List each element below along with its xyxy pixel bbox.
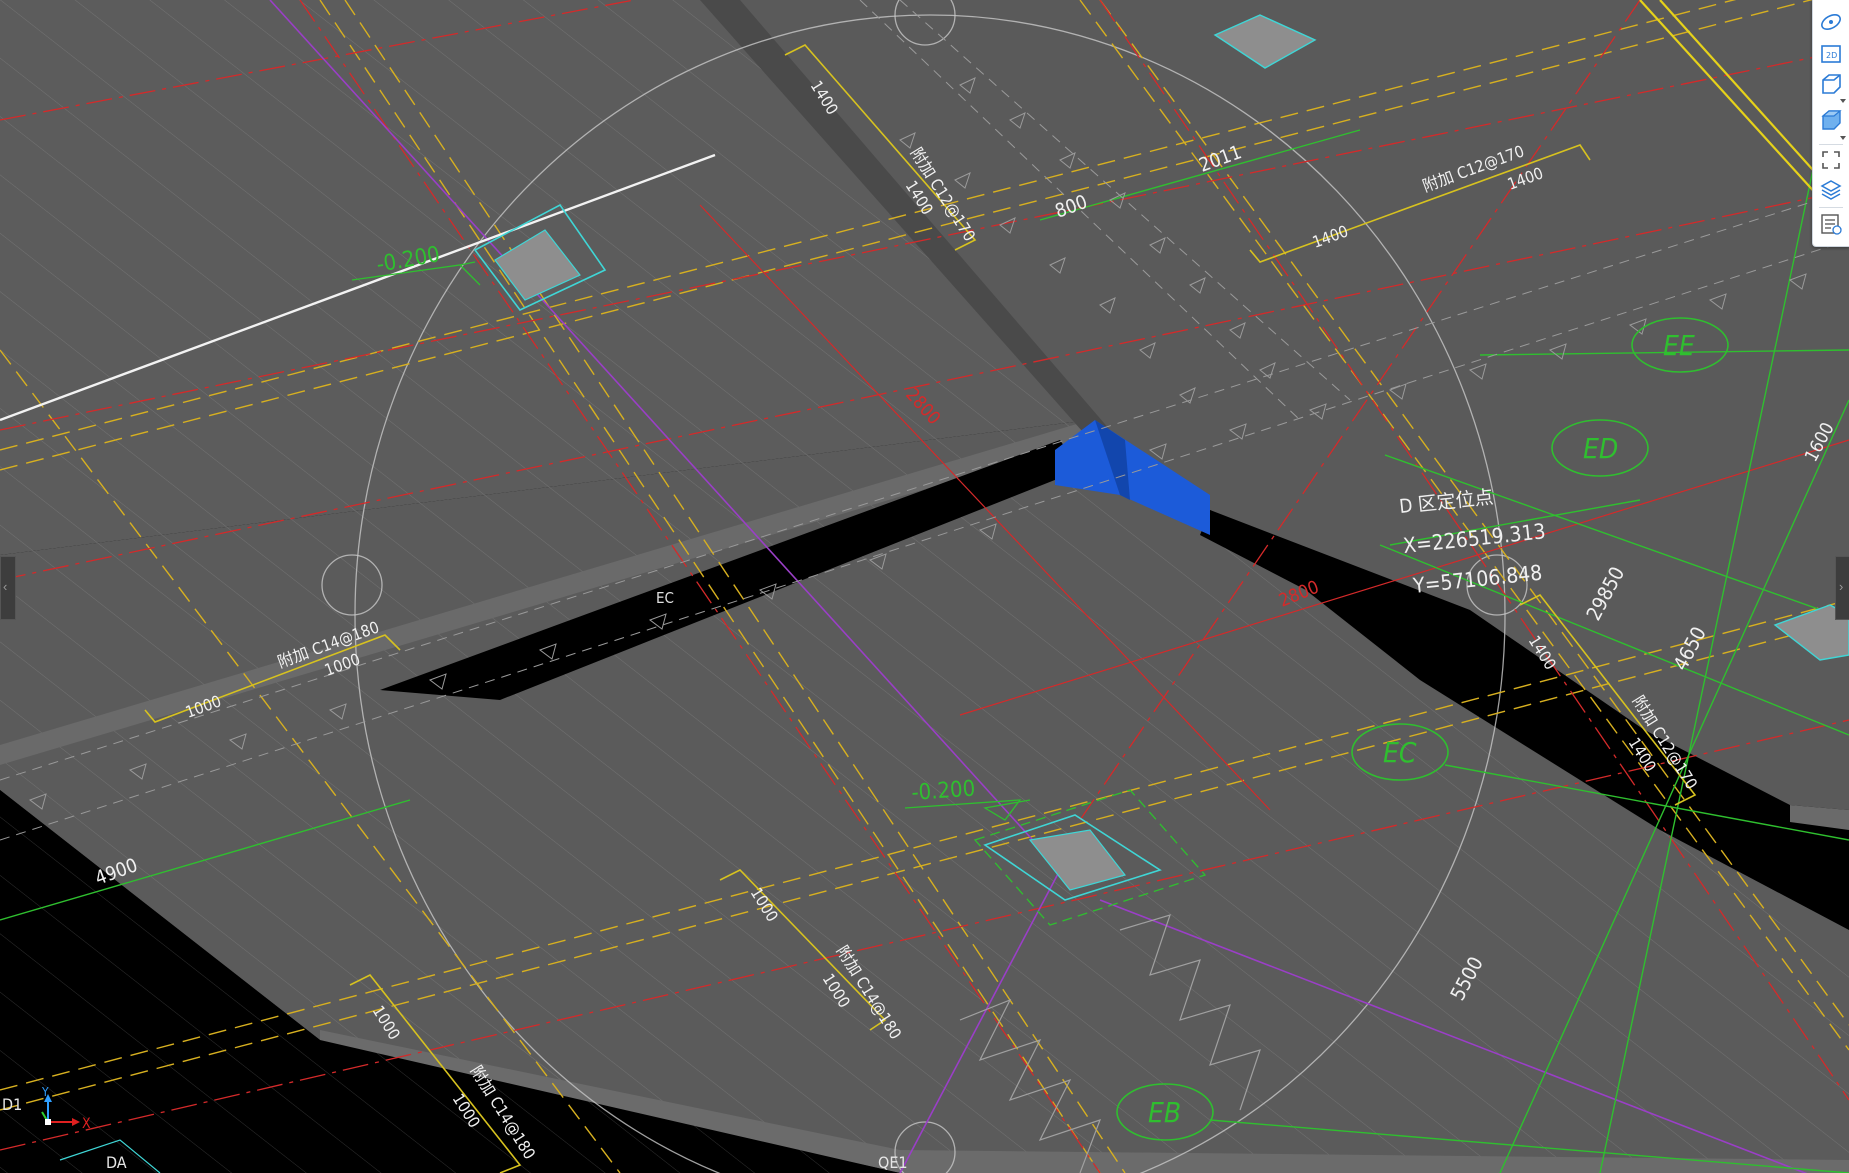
left-panel-toggle[interactable]: ‹ <box>0 556 16 620</box>
cad-3d-viewport[interactable]: 2800 2800 EE ED EC EB EC -0.200 -0.200 附… <box>0 0 1849 1173</box>
svg-text:2D: 2D <box>1826 51 1837 60</box>
view-toolbar: 2D <box>1812 0 1849 247</box>
fullscreen-button[interactable] <box>1817 146 1845 174</box>
caret-down-icon[interactable] <box>1839 98 1847 104</box>
axis-label-QE1: QE1 <box>878 1153 908 1172</box>
view-shaded-button[interactable] <box>1817 106 1845 134</box>
layers-button[interactable] <box>1817 176 1845 204</box>
view-shaded-box-icon <box>1821 110 1842 130</box>
axis-label-DA: DA <box>106 1153 127 1172</box>
view-3d-box-button[interactable] <box>1817 70 1845 98</box>
axis-label-EC-small: EC <box>656 589 674 607</box>
view-3d-box-icon <box>1822 74 1841 94</box>
toolbar-separator-2 <box>1819 207 1843 208</box>
view-2d-icon: 2D <box>1821 45 1841 63</box>
view-2d-button[interactable]: 2D <box>1817 40 1845 68</box>
axis-label-D1: D1 <box>2 1095 22 1114</box>
layers-icon <box>1820 180 1842 200</box>
axis-bubble-EC-label: EC <box>1383 736 1417 769</box>
axis-bubble-ED-label: ED <box>1583 432 1618 465</box>
orbit-button[interactable] <box>1817 8 1845 36</box>
ucs-x-label: X <box>82 1116 91 1132</box>
caret-down-icon-2[interactable] <box>1839 135 1847 141</box>
axis-bubble-EB-label: EB <box>1148 1096 1181 1129</box>
axis-bubble-EE-label: EE <box>1663 329 1695 362</box>
toolbar-separator <box>1819 144 1843 145</box>
model-canvas[interactable]: 2800 2800 EE ED EC EB EC -0.200 -0.200 附… <box>0 0 1849 1173</box>
right-panel-toggle[interactable]: › <box>1835 556 1849 620</box>
elevation-text-2: -0.200 <box>911 777 976 806</box>
chevron-left-icon: ‹ <box>3 579 8 594</box>
properties-icon <box>1821 214 1842 235</box>
fullscreen-icon <box>1822 151 1840 169</box>
properties-button[interactable] <box>1817 210 1845 238</box>
orbit-icon <box>1821 13 1841 31</box>
chevron-right-icon: › <box>1839 579 1844 594</box>
ucs-y-label: Y <box>41 1085 49 1099</box>
